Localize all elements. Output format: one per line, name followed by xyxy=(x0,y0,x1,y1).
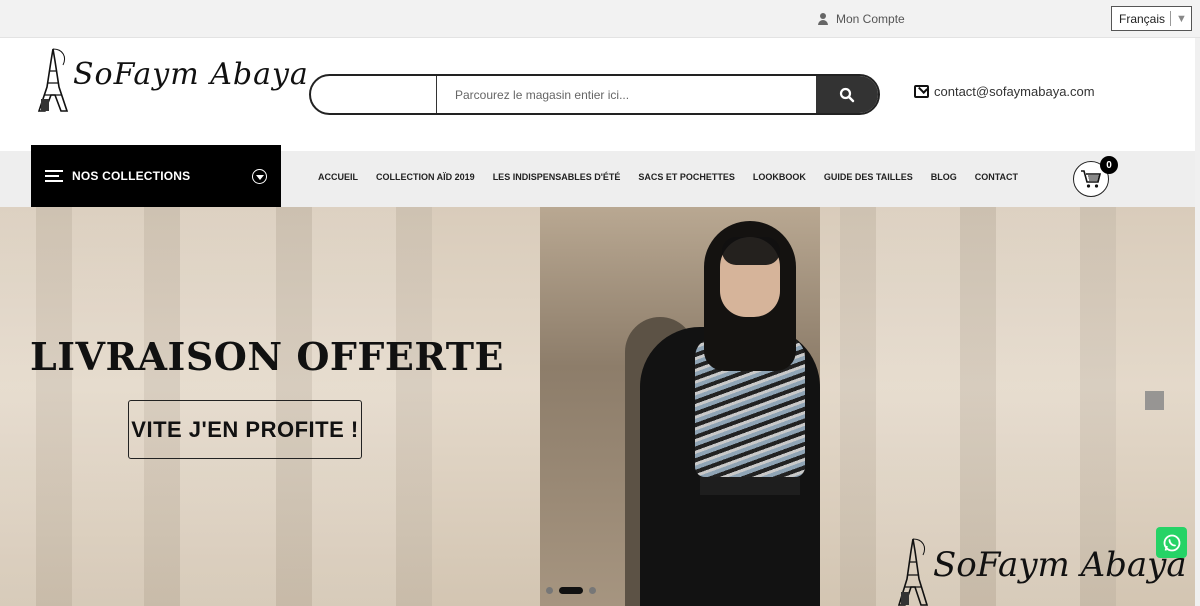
hero-watermark-logo: SoFaym Abaya xyxy=(893,537,1187,606)
page-scrollbar[interactable] xyxy=(1195,38,1200,606)
hero-headline: LIVRAISON OFFERTE xyxy=(30,334,504,379)
language-divider xyxy=(1170,11,1172,26)
slider-dot[interactable] xyxy=(589,587,596,594)
eiffel-tower-logo xyxy=(37,48,69,112)
contact-email[interactable]: contact@sofaymabaya.com xyxy=(914,84,1095,99)
site-logo[interactable]: SoFaym Abaya xyxy=(33,47,308,113)
slider-dot[interactable] xyxy=(546,587,553,594)
language-value: Français xyxy=(1119,11,1166,26)
menu-icon xyxy=(45,170,63,182)
account-link[interactable]: Mon Compte xyxy=(818,12,905,26)
hero-model-mask xyxy=(722,237,780,265)
logo-text: SoFaym Abaya xyxy=(73,57,309,92)
search-bar[interactable] xyxy=(309,74,880,115)
top-bar xyxy=(0,0,1200,38)
caret-down-icon: ▼ xyxy=(1176,12,1187,25)
hero-model-belt xyxy=(700,477,800,495)
slider-next-arrow[interactable] xyxy=(1145,391,1164,410)
whatsapp-button[interactable] xyxy=(1156,527,1187,558)
mail-icon xyxy=(914,85,929,98)
hero-banner[interactable]: LIVRAISON OFFERTE VITE J'EN PROFITE ! So… xyxy=(0,207,1200,606)
collections-label: NOS COLLECTIONS xyxy=(72,169,191,183)
hero-watermark-text: SoFaym Abaya xyxy=(933,545,1187,585)
nav-item-blog[interactable]: BLOG xyxy=(931,172,957,182)
nav-item-indispensables[interactable]: LES INDISPENSABLES D'ÉTÉ xyxy=(493,172,621,182)
search-icon xyxy=(839,87,855,102)
eiffel-tower-logo xyxy=(897,538,929,606)
nav-item-sacs[interactable]: SACS ET POCHETTES xyxy=(638,172,735,182)
nav-item-lookbook[interactable]: LOOKBOOK xyxy=(753,172,806,182)
cart-icon xyxy=(1081,170,1102,188)
user-icon xyxy=(818,13,828,25)
cart-count-badge: 0 xyxy=(1100,156,1118,174)
search-button[interactable] xyxy=(816,76,878,113)
nav-item-guide-tailles[interactable]: GUIDE DES TAILLES xyxy=(824,172,913,182)
contact-email-text: contact@sofaymabaya.com xyxy=(934,84,1095,99)
whatsapp-icon xyxy=(1163,534,1180,551)
collections-menu-button[interactable]: NOS COLLECTIONS xyxy=(31,145,281,207)
nav-menu: ACCUEIL COLLECTION AÏD 2019 LES INDISPEN… xyxy=(318,172,1018,182)
search-input[interactable] xyxy=(437,76,816,113)
account-label: Mon Compte xyxy=(836,12,905,26)
nav-item-contact[interactable]: CONTACT xyxy=(975,172,1018,182)
nav-item-collection-aid[interactable]: COLLECTION AÏD 2019 xyxy=(376,172,475,182)
language-select[interactable]: Français ▼ xyxy=(1111,6,1192,31)
search-category[interactable] xyxy=(311,76,437,113)
hero-cta-button[interactable]: VITE J'EN PROFITE ! xyxy=(128,400,362,459)
slider-dots xyxy=(546,587,596,594)
chevron-down-icon xyxy=(252,169,267,184)
nav-item-accueil[interactable]: ACCUEIL xyxy=(318,172,358,182)
slider-dot-active[interactable] xyxy=(559,587,583,594)
